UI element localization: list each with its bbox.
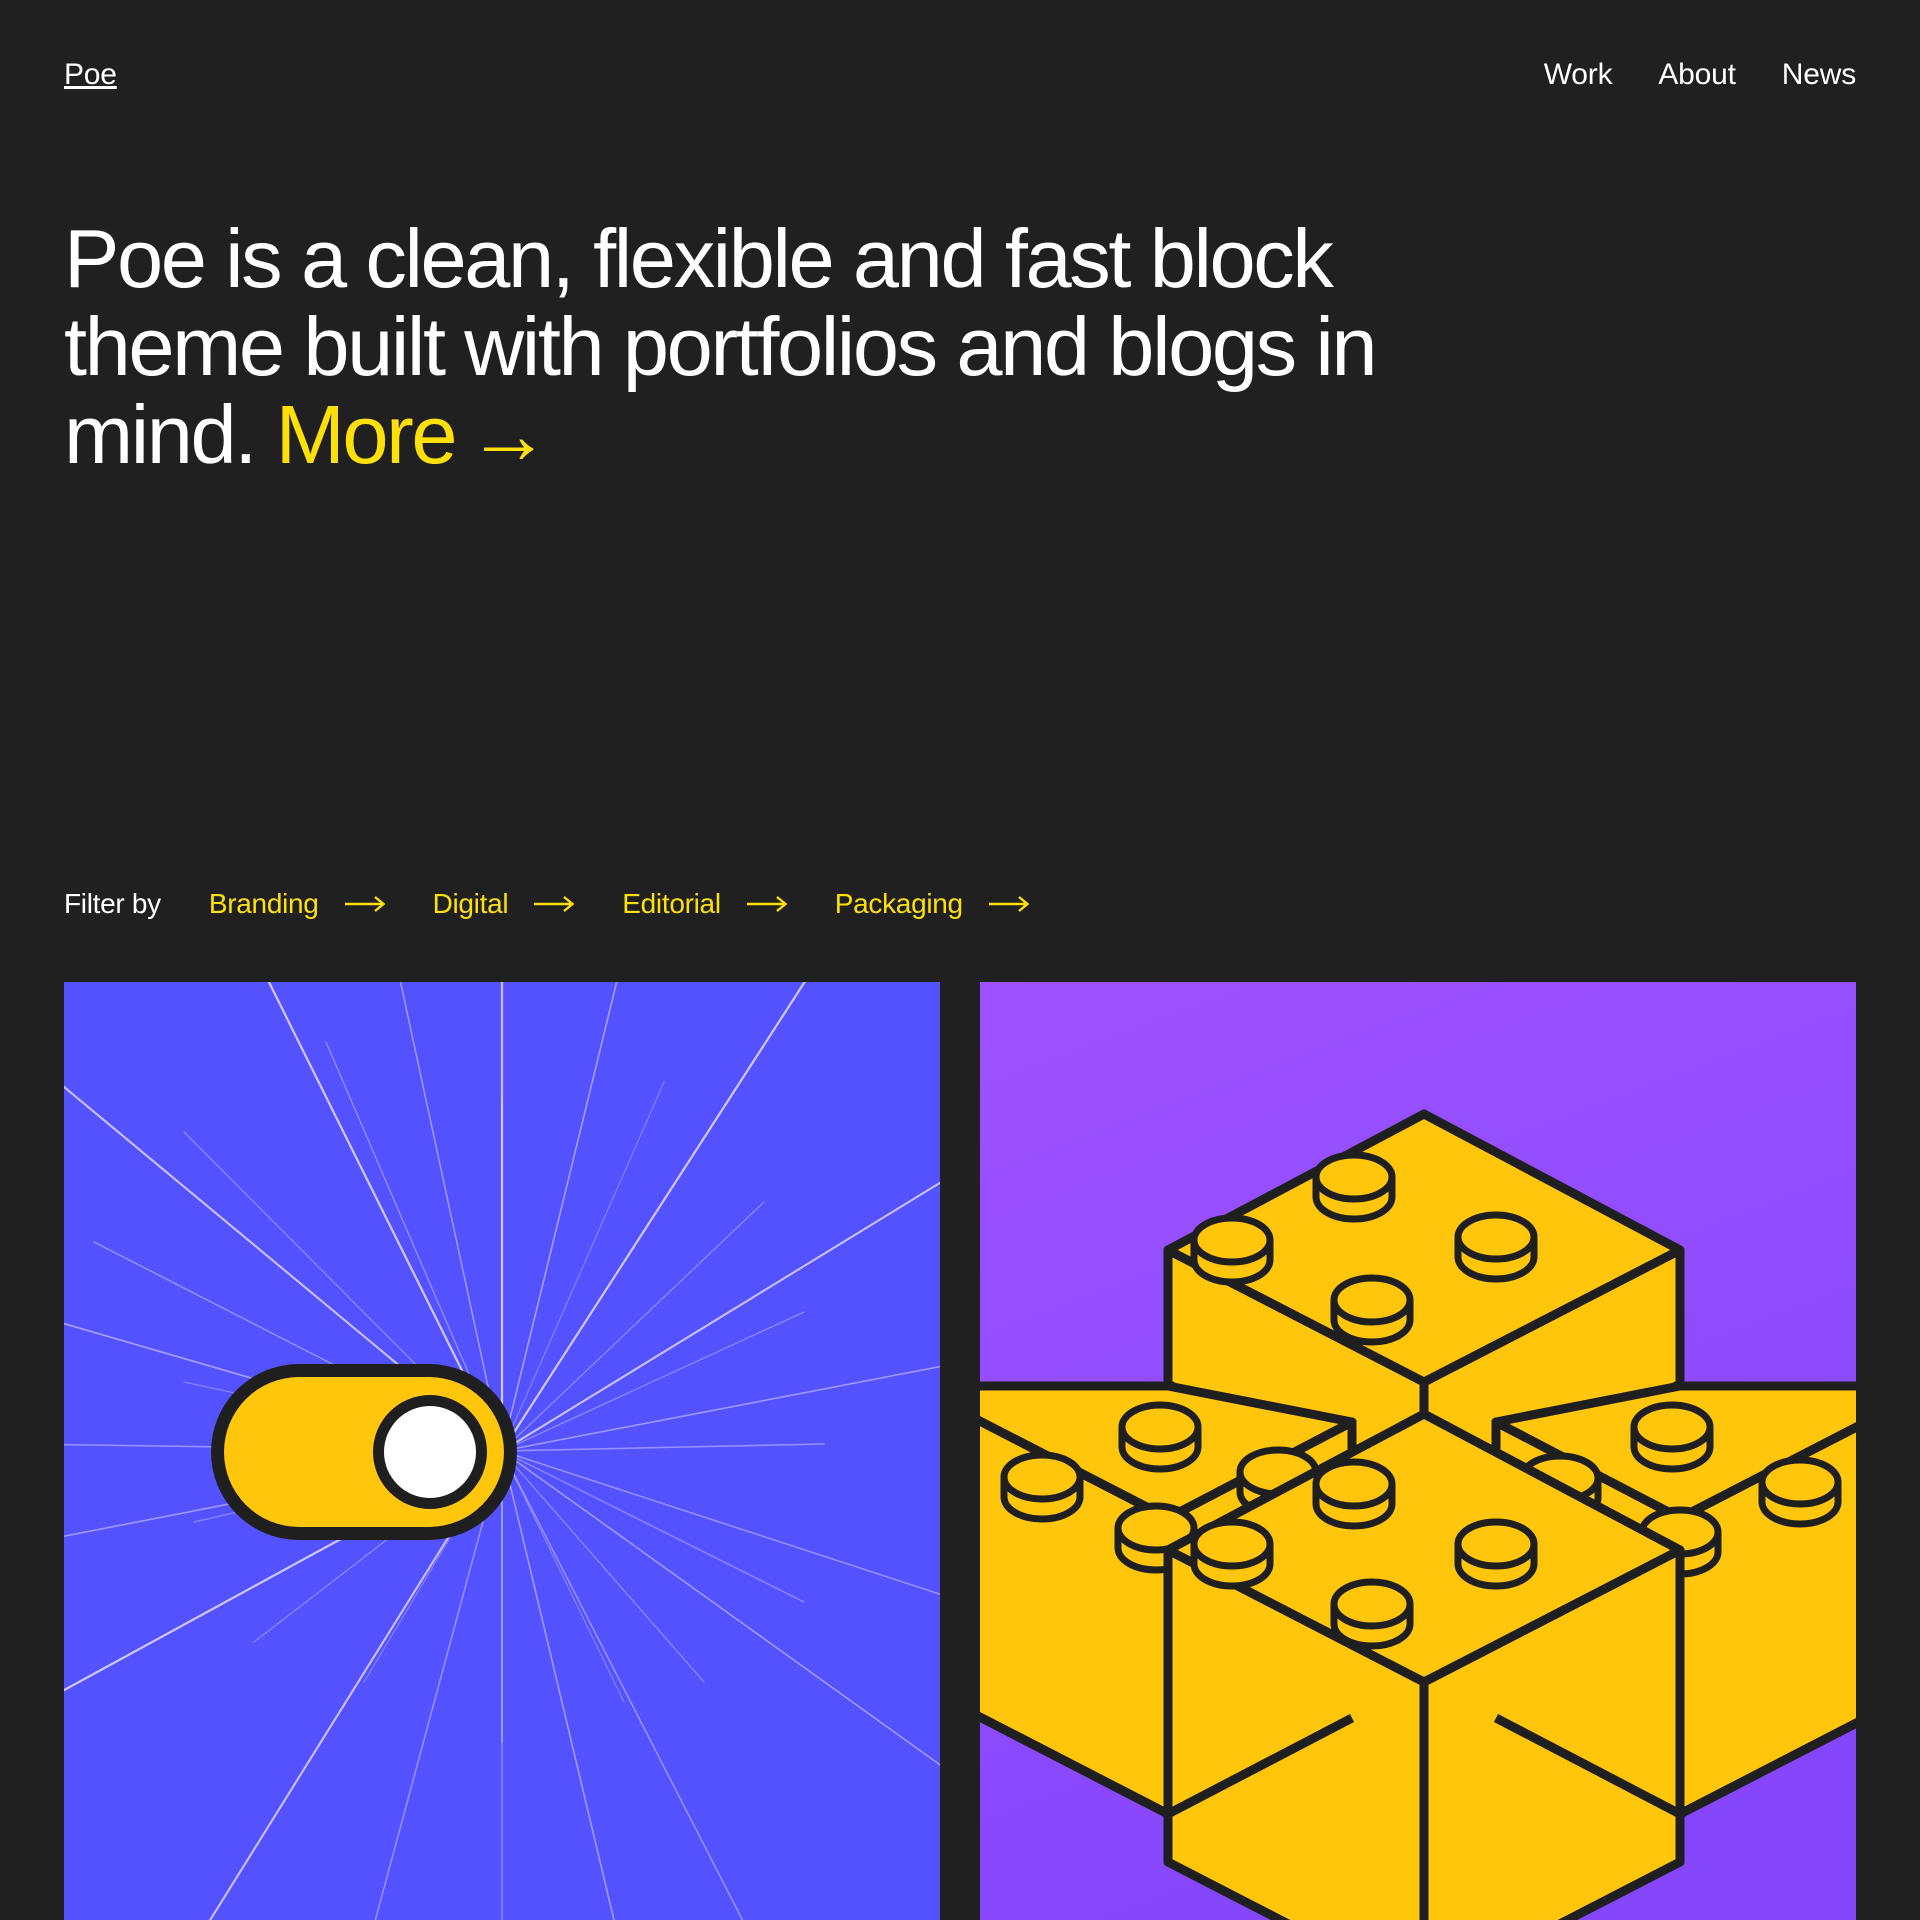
- hero-heading-text: Poe is a clean, flexible and fast block …: [64, 212, 1378, 481]
- filter-item-label: Branding: [208, 888, 319, 919]
- toggle-switch-artwork: [64, 982, 940, 1920]
- main-navigation: Work About News: [1544, 60, 1856, 90]
- filter-item-label: Packaging: [834, 888, 963, 919]
- filter-bar: Filter by Branding Digital Editorial Pac…: [64, 882, 1031, 926]
- site-header: Poe Work About News: [0, 0, 1920, 150]
- arrow-right-icon: [746, 895, 789, 913]
- filter-item-label: Editorial: [622, 888, 721, 919]
- arrow-right-icon: [988, 895, 1031, 913]
- hero-more-label: More: [275, 387, 458, 481]
- lego-bricks-artwork: [980, 982, 1856, 1920]
- filter-item-packaging[interactable]: Packaging: [835, 890, 1031, 918]
- project-grid: [64, 982, 1856, 1920]
- arrow-right-icon: →: [467, 387, 550, 481]
- hero-section: Poe is a clean, flexible and fast block …: [64, 215, 1394, 479]
- brand-logo[interactable]: Poe: [64, 60, 117, 90]
- project-card-toggle-switch[interactable]: [64, 982, 940, 1920]
- toggle-switch-icon: [211, 1364, 517, 1540]
- arrow-right-icon: [534, 895, 576, 913]
- filter-item-branding[interactable]: Branding: [209, 890, 387, 918]
- nav-item-news[interactable]: News: [1782, 60, 1856, 90]
- hero-more-link[interactable]: More →: [275, 387, 551, 481]
- nav-item-about[interactable]: About: [1658, 60, 1736, 90]
- project-card-lego-bricks[interactable]: [980, 982, 1856, 1920]
- filter-by-label: Filter by: [64, 888, 161, 919]
- arrow-right-icon: [344, 895, 387, 913]
- filter-item-label: Digital: [432, 888, 509, 919]
- page-title: Poe is a clean, flexible and fast block …: [64, 215, 1394, 479]
- filter-item-digital[interactable]: Digital: [433, 890, 577, 918]
- filter-item-editorial[interactable]: Editorial: [622, 890, 788, 918]
- nav-item-work[interactable]: Work: [1544, 60, 1613, 90]
